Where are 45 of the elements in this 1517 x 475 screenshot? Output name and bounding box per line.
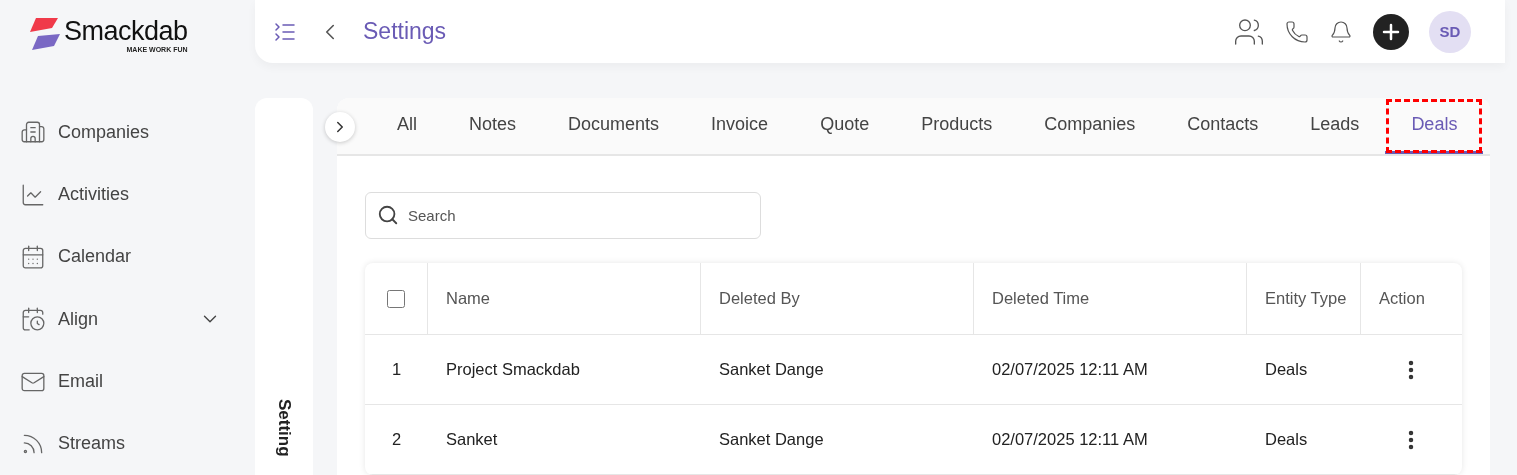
table-cell-text: Sanket Dange: [718, 429, 825, 450]
column-header: Entity Type: [1247, 263, 1361, 334]
phone-icon[interactable]: [1285, 19, 1309, 44]
tab[interactable]: Deals: [1385, 98, 1484, 154]
sidebar-item[interactable]: Activities: [0, 163, 255, 226]
expand-button[interactable]: [325, 112, 355, 142]
settings-panel-label[interactable]: Setting: [274, 399, 294, 457]
logo-wordmark: Smackdab: [64, 16, 188, 46]
column-header: Action: [1378, 288, 1426, 309]
sidebar-item[interactable]: Companies: [0, 101, 255, 164]
column-header: Name: [428, 263, 701, 334]
table-cell-text: Deals: [1264, 359, 1309, 380]
tab[interactable]: Contacts: [1161, 98, 1285, 154]
tab[interactable]: Documents: [542, 98, 686, 154]
tab[interactable]: Companies: [1018, 98, 1162, 154]
search-field[interactable]: Search: [365, 192, 761, 239]
calendar-clock-icon: [20, 306, 46, 333]
calendar-icon: [20, 244, 46, 270]
notification-icon[interactable]: [1329, 19, 1353, 44]
tab[interactable]: Invoice: [685, 98, 795, 154]
row-number: 1: [390, 359, 403, 380]
row-number: 2: [390, 429, 403, 450]
tab[interactable]: All: [371, 98, 443, 154]
add-button[interactable]: [1373, 13, 1409, 50]
column-header: Deleted Time: [974, 263, 1247, 334]
table-cell-text: 02/07/2025 12:11 AM: [991, 429, 1149, 450]
page-title: Settings: [363, 18, 448, 45]
user-avatar[interactable]: SD: [1429, 10, 1471, 53]
table-cell-text: Deals: [1264, 429, 1309, 450]
sidebar-item[interactable]: Email: [0, 350, 255, 413]
tab[interactable]: Notes: [443, 98, 543, 154]
table-cell-text: Sanket Dange: [718, 359, 825, 380]
table-cell-text: Project Smackdab: [445, 359, 581, 380]
select-all-checkbox[interactable]: [387, 289, 405, 308]
sidebar-item[interactable]: Streams: [0, 412, 255, 475]
table-cell-text: 02/07/2025 12:11 AM: [991, 359, 1149, 380]
sidebar-item[interactable]: Calendar: [0, 225, 255, 289]
search-icon: [377, 204, 399, 226]
tab[interactable]: Quote: [794, 98, 896, 154]
tab[interactable]: Products: [895, 98, 1019, 154]
sidebar-item[interactable]: Align: [0, 288, 255, 351]
column-header: Deleted By: [701, 263, 974, 334]
table-cell-text: Sanket: [445, 429, 499, 450]
logo-icon: [30, 16, 60, 52]
tab[interactable]: Leads: [1284, 98, 1386, 154]
